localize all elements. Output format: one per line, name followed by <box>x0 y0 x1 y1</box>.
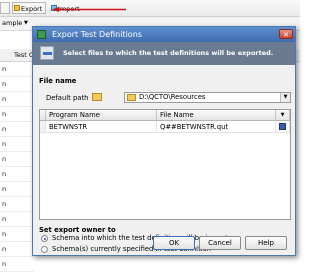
save-file-icon[interactable] <box>276 121 290 133</box>
list-item[interactable]: n <box>0 257 34 272</box>
column-header-file-name[interactable]: File Name <box>157 110 276 121</box>
app-icon <box>37 30 46 39</box>
list-item[interactable]: n <box>0 182 34 197</box>
sample-dropdown-label[interactable]: ample <box>2 17 22 30</box>
app-list: nnnnnnnnnnnnnn <box>0 62 34 272</box>
export-files-table: Program Name File Name ▼ BETWNSTR Q##BET… <box>39 109 291 220</box>
list-item[interactable]: n <box>0 167 34 182</box>
help-button[interactable]: Help <box>245 236 287 250</box>
folder-icon <box>127 94 136 101</box>
default-path-select[interactable]: D:\QCTO\Resources ▼ <box>124 92 291 103</box>
list-item[interactable]: n <box>0 92 34 107</box>
list-item[interactable]: n <box>0 122 34 137</box>
chevron-down-icon[interactable]: ▼ <box>276 110 290 121</box>
table-cell-program-name[interactable]: BETWNSTR <box>46 121 157 133</box>
list-item[interactable]: n <box>0 152 34 167</box>
folder-icon[interactable] <box>92 93 102 101</box>
info-banner: Select files to which the test definitio… <box>33 42 295 65</box>
banner-text: Select files to which the test definitio… <box>63 49 274 57</box>
owner-section-label: Set export owner to <box>39 226 116 234</box>
dialog-title-bar[interactable]: Export Test Definitions ✕ <box>33 27 295 42</box>
close-button[interactable]: ✕ <box>279 29 293 39</box>
export-icon <box>14 5 20 11</box>
radio-schema-import[interactable] <box>41 235 48 242</box>
export-dialog: Export Test Definitions ✕ Select files t… <box>32 26 296 256</box>
list-item[interactable]: n <box>0 107 34 122</box>
dialog-title: Export Test Definitions <box>52 30 142 39</box>
chevron-down-icon: ▼ <box>24 20 28 26</box>
default-path-label: Default path <box>46 94 89 102</box>
app-toolbar: Export ... Import <box>0 0 300 25</box>
test-column-header: Test O <box>14 51 34 59</box>
red-arrow-annotation <box>52 7 126 12</box>
column-header-program-name[interactable]: Program Name <box>46 110 157 121</box>
cancel-button[interactable]: Cancel <box>199 236 241 250</box>
list-item[interactable]: n <box>0 137 34 152</box>
toolbar-left-button[interactable] <box>0 2 10 14</box>
ok-button[interactable]: OK <box>153 236 195 250</box>
list-item[interactable]: n <box>0 197 34 212</box>
radio-schema-current[interactable] <box>41 246 48 253</box>
list-item[interactable]: n <box>0 62 34 77</box>
default-path-value: D:\QCTO\Resources <box>139 93 206 101</box>
list-item[interactable]: n <box>0 212 34 227</box>
list-item[interactable]: n <box>0 242 34 257</box>
table-cell-file-name[interactable]: Q##BETWNSTR.qut <box>157 121 276 133</box>
list-item[interactable]: n <box>0 227 34 242</box>
list-item[interactable]: n <box>0 77 34 92</box>
export-definitions-icon <box>40 46 54 60</box>
file-name-section-label: File name <box>39 77 77 85</box>
chevron-down-icon[interactable]: ▼ <box>280 93 290 102</box>
export-button[interactable]: Export ... <box>12 2 46 25</box>
